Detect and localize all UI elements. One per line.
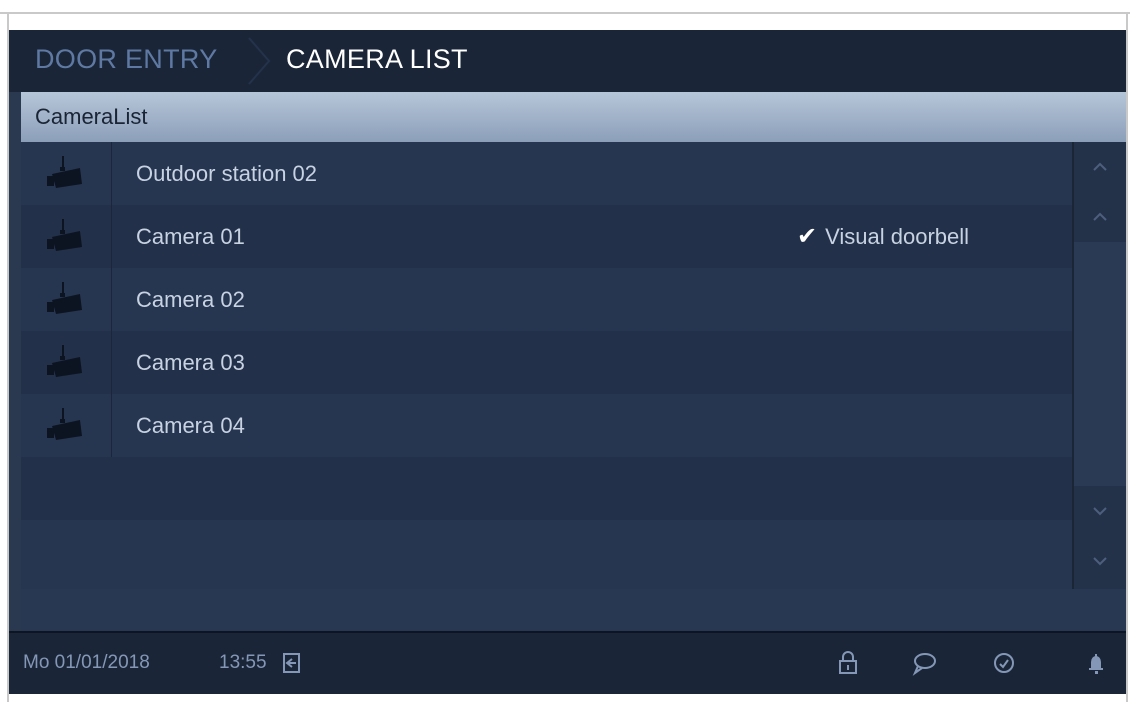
camera-list: Outdoor station 02 Camera 01 ✔ Visual doo…	[21, 142, 1072, 589]
status-time: 13:55	[219, 652, 267, 673]
list-item-camera-01[interactable]: Camera 01 ✔ Visual doorbell	[21, 205, 1072, 268]
scroll-up-button[interactable]	[1074, 192, 1126, 242]
list-footer-strip	[21, 589, 1126, 631]
list-item-label: Camera 03	[136, 350, 245, 375]
list-item-label: Outdoor station 02	[136, 161, 318, 186]
visual-doorbell-indicator: ✔ Visual doorbell	[797, 205, 969, 268]
camera-icon	[21, 394, 112, 457]
list-item-camera-02[interactable]: Camera 02	[21, 268, 1072, 331]
list-item-label: Camera 04	[136, 413, 245, 438]
camera-icon	[21, 205, 112, 268]
chevron-up-icon	[1093, 162, 1107, 171]
chevron-down-icon	[1093, 507, 1107, 516]
scroll-track[interactable]	[1074, 242, 1126, 486]
bell-icon[interactable]	[1083, 650, 1109, 676]
checkmark-icon: ✔	[797, 223, 818, 250]
page-title: CAMERA LIST	[286, 44, 468, 74]
camera-icon	[21, 331, 112, 394]
list-title-bar: CameraList	[21, 92, 1126, 142]
status-bar: Mo 01/01/2018 13:55	[9, 631, 1126, 694]
empty-list-row	[21, 520, 1072, 589]
page-down-button[interactable]	[1074, 536, 1126, 586]
frame-border-top	[0, 12, 1130, 14]
list-item-label: Camera 01	[136, 224, 245, 249]
visual-doorbell-label: Visual doorbell	[825, 224, 970, 249]
list-item-outdoor-station-02[interactable]: Outdoor station 02	[21, 142, 1072, 205]
history-icon[interactable]	[991, 650, 1017, 676]
breadcrumb-separator-icon	[248, 37, 271, 85]
breadcrumb-door-entry[interactable]: DOOR ENTRY	[35, 44, 218, 75]
empty-list-row	[21, 457, 1072, 520]
list-item-label: Camera 02	[136, 287, 245, 312]
header-bar: DOOR ENTRY CAMERA LIST	[9, 30, 1126, 92]
scroll-down-button[interactable]	[1074, 486, 1126, 536]
status-date: Mo 01/01/2018	[23, 652, 150, 673]
frame-border-right	[1126, 12, 1128, 702]
list-item-camera-04[interactable]: Camera 04	[21, 394, 1072, 457]
camera-icon	[21, 142, 112, 205]
message-icon[interactable]	[911, 650, 937, 676]
chevron-up-icon	[1093, 212, 1107, 221]
list-item-camera-03[interactable]: Camera 03	[21, 331, 1072, 394]
panel-screen: DOOR ENTRY CAMERA LIST CameraList Outdoo…	[9, 30, 1126, 694]
lock-icon[interactable]	[835, 650, 861, 676]
chevron-down-icon	[1093, 557, 1107, 566]
list-scrollbar[interactable]	[1072, 142, 1126, 589]
exit-icon[interactable]	[279, 650, 305, 676]
page-up-button[interactable]	[1074, 142, 1126, 192]
camera-icon	[21, 268, 112, 331]
